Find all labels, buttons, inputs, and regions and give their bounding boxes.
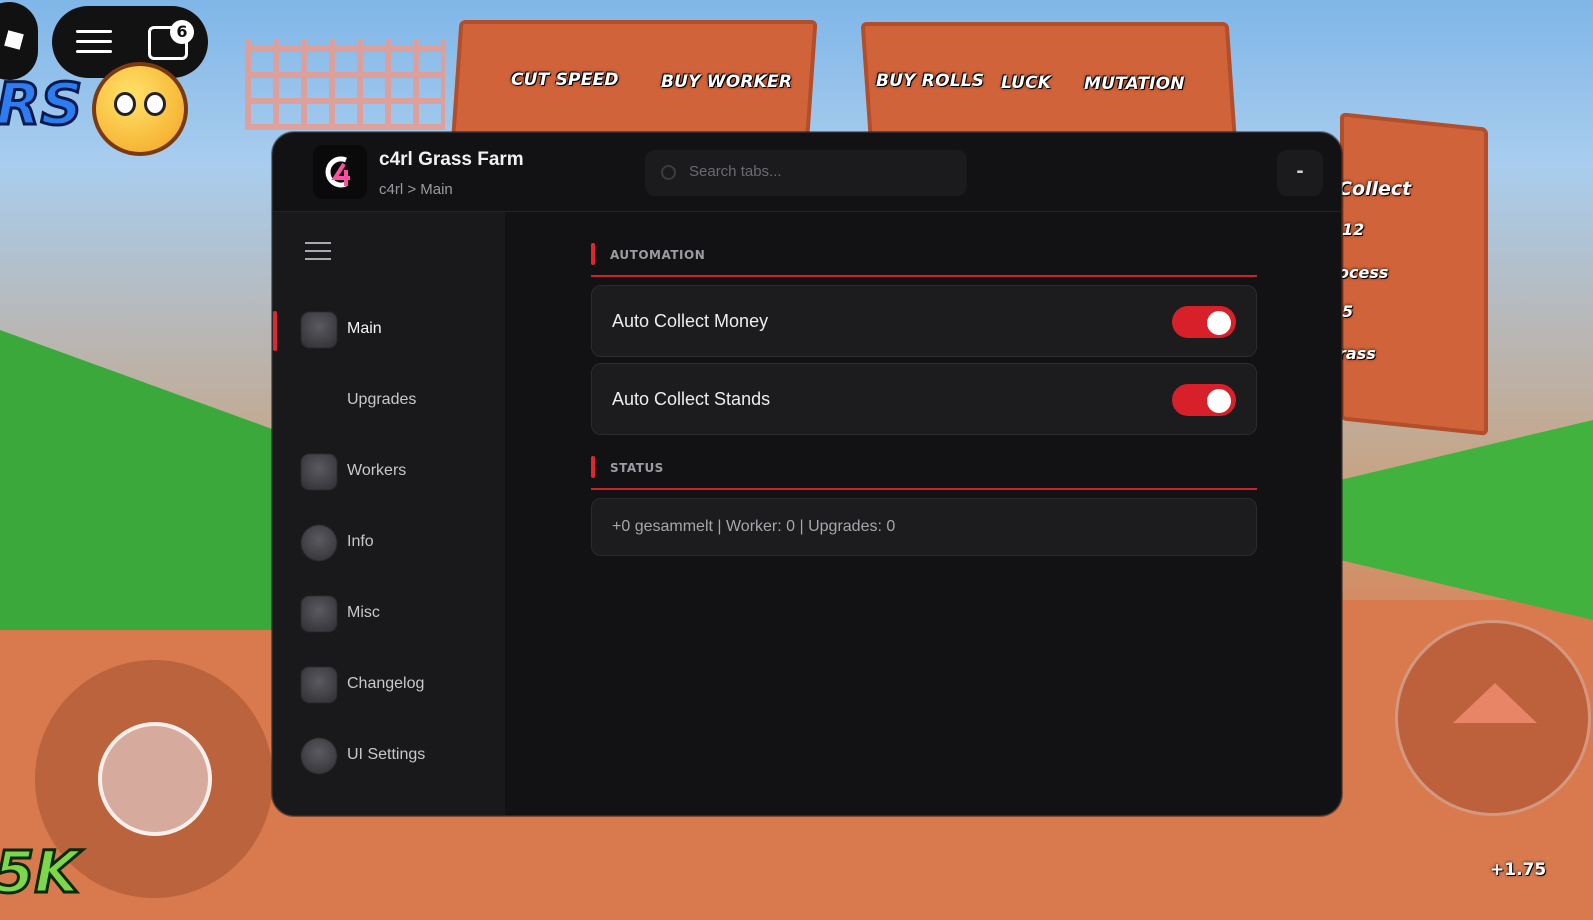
sidebar-item-label: Workers <box>347 462 407 479</box>
game-title-fragment: RS <box>0 69 84 140</box>
search-placeholder: Search tabs... <box>689 163 782 180</box>
sidebar-item-label: UI Settings <box>347 746 426 763</box>
chat-badge: 6 <box>170 20 194 44</box>
side-label-count: 5 <box>1342 302 1354 321</box>
auto-collect-money-toggle[interactable] <box>1172 306 1236 338</box>
changelog-icon <box>301 667 337 703</box>
section-divider <box>591 275 1257 277</box>
c4-logo-icon <box>313 145 367 199</box>
minimize-button[interactable]: - <box>1277 150 1323 196</box>
sidebar-item-label: Info <box>347 533 374 550</box>
status-text: +0 gesammelt | Worker: 0 | Upgrades: 0 <box>612 518 896 535</box>
breadcrumb: c4rl > Main <box>379 181 453 198</box>
auto-collect-stands-toggle[interactable] <box>1172 384 1236 416</box>
misc-icon <box>301 596 337 632</box>
roblox-menu-icon[interactable] <box>76 30 112 54</box>
search-tabs-input[interactable]: Search tabs... <box>645 150 967 196</box>
sidebar-item-label: Misc <box>347 604 380 621</box>
sidebar-item-workers[interactable]: Workers <box>273 437 505 493</box>
app-title: c4rl Grass Farm <box>379 149 524 170</box>
smiley-icon <box>92 62 188 156</box>
search-icon <box>661 165 676 180</box>
side-label-value: 12 <box>1342 220 1365 239</box>
board-label-buy-worker: BUY WORKER <box>661 72 793 92</box>
sidebar-item-changelog[interactable]: Changelog <box>273 650 505 706</box>
side-label-grass: rass <box>1338 344 1376 363</box>
sidebar-item-upgrades[interactable]: Upgrades <box>273 366 505 422</box>
toggle-label: Auto Collect Stands <box>612 389 771 409</box>
cash-display: 5K <box>0 837 81 908</box>
sidebar-item-label: Upgrades <box>347 391 417 408</box>
toggle-row-auto-collect-money[interactable]: Auto Collect Money <box>591 285 1257 357</box>
sidebar-item-label: Changelog <box>347 675 425 692</box>
side-label-process: ocess <box>1338 263 1389 282</box>
section-divider <box>591 488 1257 490</box>
info-icon <box>301 525 337 561</box>
board-label-luck: LUCK <box>1001 73 1052 93</box>
home-icon <box>301 312 337 348</box>
sidebar-toggle-icon[interactable] <box>305 242 331 262</box>
thumbstick-knob[interactable] <box>98 722 212 836</box>
side-label-collect: Collect <box>1338 178 1412 200</box>
toggle-label: Auto Collect Money <box>612 311 769 331</box>
c4rl-window: c4rl Grass Farm c4rl > Main Search tabs.… <box>272 132 1342 816</box>
section-title: STATUS <box>610 461 664 475</box>
game-scaffold <box>245 40 445 130</box>
jump-button[interactable] <box>1395 620 1591 816</box>
sidebar-item-main[interactable]: Main <box>273 295 505 351</box>
status-panel: +0 gesammelt | Worker: 0 | Upgrades: 0 <box>591 498 1257 556</box>
bonus-multiplier: +1.75 <box>1490 860 1547 880</box>
game-grass-right <box>1340 420 1593 620</box>
sidebar: Main Upgrades Workers Info Misc Changelo… <box>273 212 505 815</box>
roblox-logo-button[interactable] <box>0 2 38 80</box>
section-header-automation: AUTOMATION <box>591 232 1257 268</box>
section-accent <box>591 456 595 478</box>
section-accent <box>591 243 595 265</box>
board-label-mutation: MUTATION <box>1084 74 1185 94</box>
sidebar-item-label: Main <box>347 320 382 337</box>
settings-icon <box>301 738 337 774</box>
active-indicator <box>273 311 277 351</box>
sidebar-item-ui-settings[interactable]: UI Settings <box>273 721 505 777</box>
toggle-row-auto-collect-stands[interactable]: Auto Collect Stands <box>591 363 1257 435</box>
sidebar-item-info[interactable]: Info <box>273 508 505 564</box>
sidebar-item-misc[interactable]: Misc <box>273 579 505 635</box>
section-title: AUTOMATION <box>610 248 706 262</box>
titlebar[interactable]: c4rl Grass Farm c4rl > Main Search tabs.… <box>273 133 1341 212</box>
board-label-cut-speed: CUT SPEED <box>511 70 619 90</box>
workers-icon <box>301 454 337 490</box>
main-content: AUTOMATION Auto Collect Money Auto Colle… <box>591 212 1257 556</box>
section-header-status: STATUS <box>591 445 1257 481</box>
board-label-buy-rolls: BUY ROLLS <box>876 71 985 91</box>
